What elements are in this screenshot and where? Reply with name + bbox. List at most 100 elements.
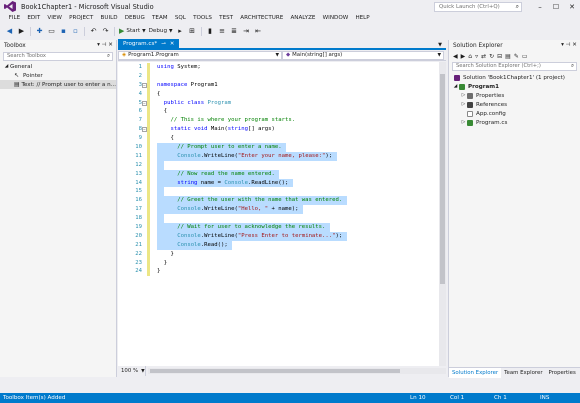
toolbox-item-text[interactable]: ▤ Text: // Prompt user to enter a n... — [0, 80, 116, 89]
code-line[interactable]: 4{ — [118, 89, 446, 99]
code-line[interactable]: 20 Console.WriteLine("Press Enter to ter… — [118, 231, 446, 241]
undo-icon[interactable]: ↶ — [89, 27, 98, 36]
tree-solution-node[interactable]: Solution 'Book1Chapter1' (1 project) — [449, 73, 580, 82]
pin-icon[interactable]: ⊸ — [161, 41, 166, 47]
code-line[interactable]: 23 } — [118, 258, 446, 268]
code-line[interactable]: 5− public class Program — [118, 98, 446, 108]
save-all-icon[interactable]: ▫ — [71, 27, 80, 36]
tree-project-node[interactable]: ◢ Program1 — [449, 82, 580, 91]
horizontal-scrollbar[interactable] — [148, 368, 446, 374]
type-dropdown[interactable]: ◈ Program1.Program ▼ — [118, 50, 282, 60]
toolbox-group-general[interactable]: ◢ General — [0, 62, 116, 71]
open-file-icon[interactable]: ▭ — [47, 27, 56, 36]
code-line[interactable]: 3− namespace Program1 — [118, 80, 446, 90]
toolbox-item-pointer[interactable]: ↖ Pointer — [0, 71, 116, 80]
find-icon[interactable]: ⊞ — [188, 27, 197, 36]
outdent-icon[interactable]: ⇤ — [254, 27, 263, 36]
code-line[interactable]: 2 — [118, 71, 446, 81]
code-text-area[interactable]: 1 using System; 2 3− namespace Program1 4{5− … — [118, 62, 446, 366]
quick-launch-input[interactable]: Quick Launch (Ctrl+Q) ⌕ — [434, 2, 522, 12]
code-line[interactable]: 21 Console.Read(); — [118, 240, 446, 250]
code-line[interactable]: 15 — [118, 187, 446, 197]
code-line[interactable]: 6 { — [118, 107, 446, 117]
forward-icon[interactable]: ▶ — [17, 27, 26, 36]
code-line[interactable]: 19 // Wait for user to acknowledge the r… — [118, 223, 446, 232]
comment-icon[interactable]: ≡ — [218, 27, 227, 36]
code-line[interactable]: 22 } — [118, 249, 446, 259]
menu-file[interactable]: FILE — [5, 13, 24, 24]
show-all-files-icon[interactable]: ▤ — [505, 53, 511, 60]
menu-sql[interactable]: SQL — [171, 13, 189, 24]
menu-team[interactable]: TEAM — [148, 13, 171, 24]
scroll-thumb[interactable] — [440, 74, 445, 284]
menu-debug[interactable]: DEBUG — [121, 13, 148, 24]
code-line[interactable]: 17 Console.WriteLine("Hello, " + name); — [118, 205, 446, 215]
back-icon[interactable]: ◀ — [453, 53, 458, 60]
uncomment-icon[interactable]: ≣ — [230, 27, 239, 36]
outline-collapse-icon[interactable]: − — [142, 127, 147, 133]
scroll-thumb[interactable] — [150, 369, 400, 373]
tree-item-references[interactable]: ▷ References — [449, 100, 580, 109]
menu-view[interactable]: VIEW — [44, 13, 66, 24]
redo-icon[interactable]: ↷ — [101, 27, 110, 36]
code-line[interactable]: 24} — [118, 267, 446, 277]
chevron-down-icon[interactable]: ▼ — [438, 40, 442, 50]
outline-collapse-icon[interactable]: − — [142, 82, 147, 88]
member-dropdown[interactable]: ◆ Main(string[] args) ▼ — [282, 50, 444, 60]
solution-configuration-dropdown[interactable]: Debug ▼ — [149, 28, 173, 34]
menu-help[interactable]: HELP — [352, 13, 373, 24]
panel-controls-icon[interactable]: ▾ ⊣ ✕ — [97, 40, 113, 51]
code-line[interactable]: 13 // Now read the name entered. — [118, 169, 446, 179]
forward-icon[interactable]: ▶ — [461, 53, 466, 60]
menu-window[interactable]: WINDOW — [319, 13, 352, 24]
code-line[interactable]: 7 // This is where your program starts. — [118, 116, 446, 126]
code-line[interactable]: 11 Console.WriteLine("Enter your name, p… — [118, 151, 446, 161]
tab-properties[interactable]: Properties — [546, 368, 579, 378]
menu-tools[interactable]: TOOLS — [189, 13, 215, 24]
solution-explorer-search-input[interactable]: Search Solution Explorer (Ctrl+;) ⌕ — [452, 62, 577, 71]
code-line[interactable]: 1 using System; — [118, 63, 446, 72]
menu-architecture[interactable]: ARCHITECTURE — [237, 13, 287, 24]
minimize-button[interactable]: – — [532, 0, 548, 13]
tab-team-explorer[interactable]: Team Explorer — [501, 368, 545, 378]
start-debugging-button[interactable]: ▶ Start ▼ — [119, 27, 146, 35]
menu-project[interactable]: PROJECT — [66, 13, 97, 24]
home-icon[interactable]: ⌂ — [468, 53, 472, 60]
refresh-icon[interactable]: ↻ — [489, 53, 494, 60]
indent-icon[interactable]: ⇥ — [242, 27, 251, 36]
menu-build[interactable]: BUILD — [97, 13, 121, 24]
tree-item-properties[interactable]: ▷ Properties — [449, 91, 580, 100]
code-line[interactable]: 18 — [118, 214, 446, 224]
back-icon[interactable]: ◀ — [5, 27, 14, 36]
toolbox-search-input[interactable]: Search Toolbox ⌕ — [3, 52, 113, 61]
code-line[interactable]: 10 // Prompt user to enter a name. — [118, 143, 446, 152]
close-tab-icon[interactable]: ✕ — [170, 41, 175, 47]
code-line[interactable]: 12 — [118, 160, 446, 170]
menu-edit[interactable]: EDIT — [24, 13, 44, 24]
menu-analyze[interactable]: ANALYZE — [287, 13, 319, 24]
panel-controls-icon[interactable]: ▾ ⊣ ✕ — [561, 40, 577, 51]
sync-icon[interactable]: ⇄ — [481, 53, 486, 60]
bookmark-icon[interactable]: ▮ — [206, 27, 215, 36]
menu-test[interactable]: TEST — [216, 13, 237, 24]
tree-item-program-cs[interactable]: ▷ Program.cs — [449, 118, 580, 127]
vertical-scrollbar[interactable] — [439, 62, 446, 366]
code-line[interactable]: 8− static void Main(string[] args) — [118, 125, 446, 135]
tab-solution-explorer[interactable]: Solution Explorer — [449, 367, 502, 378]
maximize-button[interactable]: ☐ — [548, 0, 564, 13]
new-project-icon[interactable]: ✚ — [35, 27, 44, 36]
preview-icon[interactable]: ▭ — [522, 53, 528, 60]
code-line[interactable]: 14 string name = Console.ReadLine(); — [118, 178, 446, 188]
tree-item-app-config[interactable]: App.config — [449, 109, 580, 118]
save-icon[interactable]: ▪ — [59, 27, 68, 36]
collapse-all-icon[interactable]: ⊟ — [497, 53, 502, 60]
close-button[interactable]: ✕ — [564, 0, 580, 13]
code-line[interactable]: 16 // Greet the user with the name that … — [118, 196, 446, 206]
pending-changes-icon[interactable]: ▿ — [475, 53, 478, 60]
code-line[interactable]: 9 { — [118, 134, 446, 144]
attach-icon[interactable]: ▸ — [176, 27, 185, 36]
properties-icon[interactable]: ✎ — [514, 53, 519, 60]
tab-program-cs[interactable]: Program.cs* ⊸ ✕ — [118, 39, 180, 48]
zoom-dropdown[interactable]: 100 % ▼ — [118, 366, 146, 376]
outline-collapse-icon[interactable]: − — [142, 100, 147, 106]
